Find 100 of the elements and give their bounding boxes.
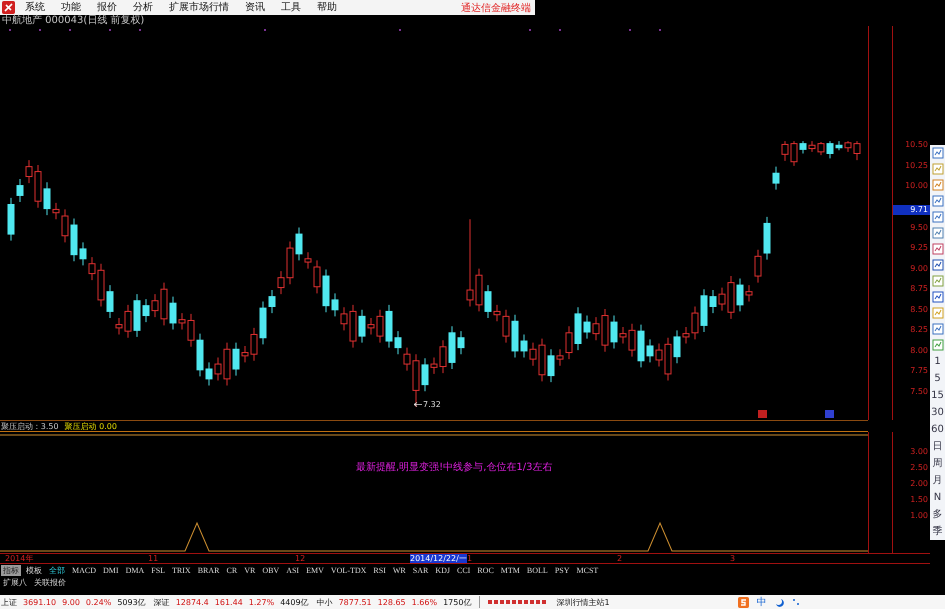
menu-item[interactable]: 功能: [53, 0, 89, 15]
candlestick: [430, 356, 438, 374]
indicator-tab[interactable]: VOL-TDX: [328, 564, 368, 576]
period-button[interactable]: 季: [932, 523, 942, 540]
price-axis-label: 8.00: [909, 346, 929, 356]
candlestick: [206, 362, 212, 386]
mode-tab[interactable]: 指标: [1, 564, 21, 576]
date-axis-label: 1: [467, 554, 472, 563]
candlestick: [404, 347, 410, 372]
mode-tab[interactable]: 模板: [24, 564, 44, 576]
indicator-tab[interactable]: ROC: [475, 564, 496, 576]
indicator-tab[interactable]: PSY: [552, 564, 572, 576]
candlestick: [242, 345, 248, 363]
indicator-tab[interactable]: TRIX: [170, 564, 193, 576]
candlestick: [674, 330, 680, 364]
menu-item[interactable]: 系统: [17, 0, 53, 15]
date-axis-label: 2: [617, 554, 622, 563]
price-axis-label: 7.50: [909, 387, 929, 398]
candlestick: [296, 227, 302, 261]
indicator-tab[interactable]: SAR: [410, 564, 430, 576]
candlestick: [214, 356, 222, 382]
index-name: 上证: [1, 596, 17, 608]
menu-item[interactable]: 分析: [125, 0, 161, 15]
candlestick: [142, 298, 150, 323]
period-button[interactable]: 多: [932, 506, 942, 523]
indicator-tab[interactable]: VR: [242, 564, 258, 576]
candlestick: [790, 140, 798, 166]
price-axis-label: 10.25: [904, 160, 929, 171]
period-button[interactable]: 15: [931, 387, 944, 404]
candlestick: [620, 326, 626, 344]
period-button[interactable]: 月: [932, 472, 942, 489]
indicator-tab[interactable]: DMI: [101, 564, 121, 576]
indicator-tab[interactable]: WR: [390, 564, 408, 576]
indicator-tab[interactable]: MCST: [574, 564, 600, 576]
period-button[interactable]: 60: [931, 421, 944, 438]
candlestick: [340, 306, 348, 331]
indicator-tab[interactable]: RSI: [371, 564, 388, 576]
candlestick: [520, 334, 528, 358]
price-axis-label: 9.25: [909, 243, 929, 254]
signal-marker: [825, 410, 834, 418]
indicator-tab[interactable]: KDJ: [433, 564, 452, 576]
signal-message: 最新提醒,明显变强!中线参与,仓位在1/3左右: [356, 460, 552, 474]
candlestick: [80, 242, 86, 266]
period-button[interactable]: 1: [934, 353, 941, 370]
arrow-icon: [414, 402, 422, 407]
period-button[interactable]: 30: [931, 404, 944, 421]
candlestick: [584, 315, 590, 340]
candlestick: [836, 140, 842, 151]
indicator-tab[interactable]: BOLL: [524, 564, 550, 576]
candlestick: [736, 278, 744, 312]
indicator-tab[interactable]: MTM: [498, 564, 522, 576]
extension-tab[interactable]: 扩展八: [1, 576, 29, 588]
candlestick: [44, 182, 50, 216]
candlestick: [188, 313, 194, 348]
candlestick: [314, 260, 320, 294]
candlestick: [826, 140, 834, 159]
indicator-reading: 聚压启动 : 3.50: [1, 420, 59, 432]
menu-item[interactable]: 报价: [89, 0, 125, 15]
indicator-tab[interactable]: MACD: [70, 564, 98, 576]
indicator-tab[interactable]: CCI: [455, 564, 472, 576]
candlestick: [16, 178, 24, 203]
index-name: 中小: [316, 596, 333, 608]
date-axis-label: 11: [148, 554, 158, 563]
price-axis-label: 10.50: [904, 140, 929, 150]
price-axis-label: 9.50: [909, 222, 929, 233]
candlestick: [52, 202, 60, 220]
candlestick: [494, 304, 500, 322]
indicator-tab[interactable]: BRAR: [196, 564, 222, 576]
index-volume: 1750亿: [443, 596, 472, 608]
brand-label: 通达信金融终端: [461, 2, 532, 14]
dots-icon: [792, 598, 800, 606]
indicator-tab[interactable]: FSL: [149, 564, 168, 576]
indicator-tab[interactable]: 全部: [47, 564, 67, 576]
period-button[interactable]: 日: [932, 438, 942, 455]
candlestick: [304, 252, 312, 270]
menu-item[interactable]: 扩展市场行情: [161, 0, 237, 15]
indicator-tab[interactable]: CR: [224, 564, 240, 576]
price-axis-label: 7.75: [909, 366, 929, 376]
index-value: 3691.10: [23, 598, 56, 606]
menu-item[interactable]: 资讯: [237, 0, 273, 15]
period-button[interactable]: 5: [934, 370, 941, 387]
candlestick: [440, 340, 446, 374]
indicator-reading: 聚压启动 0.00: [64, 420, 117, 432]
candlestick: [556, 348, 564, 366]
indicator-tab[interactable]: OBV: [260, 564, 282, 576]
indicator-tab[interactable]: ASI: [284, 564, 302, 576]
indicator-tab[interactable]: EMV: [304, 564, 326, 576]
candlestick: [250, 327, 258, 362]
index-change: 9.00: [62, 598, 80, 606]
candlestick: [484, 284, 492, 319]
period-button[interactable]: N: [934, 489, 942, 506]
period-button[interactable]: 周: [932, 455, 942, 472]
menu-item[interactable]: 工具: [273, 0, 309, 15]
menu-item[interactable]: 帮助: [309, 0, 345, 15]
indicator-tab[interactable]: DMA: [124, 564, 146, 576]
signal-marker: [758, 410, 767, 418]
index-change: 128.65: [378, 598, 406, 606]
candlestick: [376, 309, 384, 344]
ime-mode[interactable]: 中: [756, 595, 767, 609]
extension-tab[interactable]: 关联报价: [32, 576, 68, 588]
